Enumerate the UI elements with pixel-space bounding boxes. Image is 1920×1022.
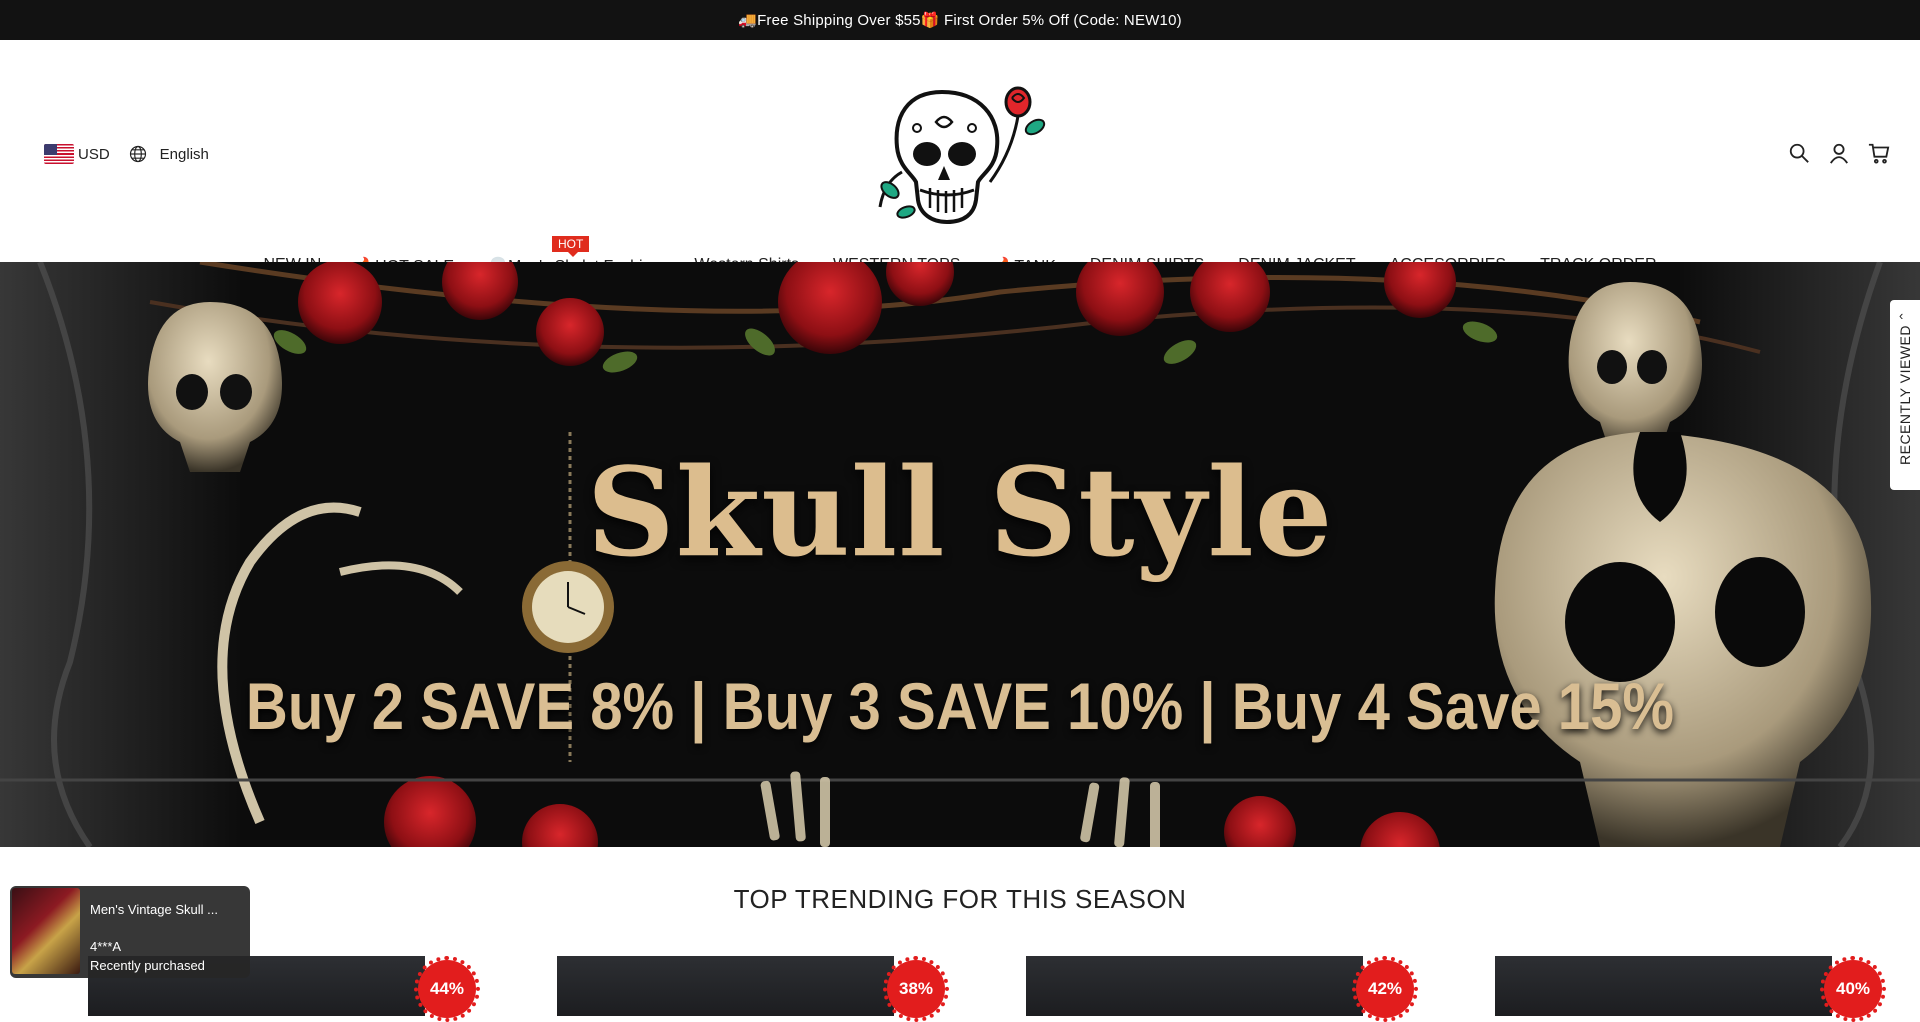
hot-badge: HOT	[552, 236, 590, 257]
language-selector[interactable]: English	[160, 146, 209, 163]
discount-badge: 40%	[1820, 956, 1886, 1022]
announcement-text: 🚚Free Shipping Over $55🎁 First Order 5% …	[738, 12, 1182, 29]
hero-title: Skull Style	[586, 440, 1334, 584]
recent-purchase-popup[interactable]: Men's Vintage Skull ... 4***A Recently p…	[10, 886, 250, 978]
purchase-product-thumbnail	[12, 888, 80, 974]
recently-viewed-label: RECENTLY VIEWED	[1897, 324, 1914, 466]
us-flag-icon[interactable]	[44, 144, 74, 164]
currency-selector[interactable]: USD	[78, 146, 110, 163]
announcement-bar: 🚚Free Shipping Over $55🎁 First Order 5% …	[0, 0, 1920, 40]
chevron-up-icon: ‹	[1899, 308, 1904, 323]
skull-rose-logo[interactable]	[872, 82, 1047, 230]
search-icon[interactable]	[1788, 142, 1810, 164]
product-card[interactable]	[557, 956, 894, 1016]
site-header: USD English NEW IN 🔥HOT SALE HOT 💀Me	[0, 40, 1920, 275]
discount-badge: 38%	[883, 956, 949, 1022]
account-icon[interactable]	[1828, 142, 1850, 164]
cart-icon[interactable]	[1868, 142, 1890, 164]
hero-subtitle: Buy 2 SAVE 8% | Buy 3 SAVE 10% | Buy 4 S…	[245, 669, 1675, 743]
discount-badge: 44%	[414, 956, 480, 1022]
purchase-buyer: 4***A	[90, 939, 122, 954]
globe-icon[interactable]	[128, 144, 148, 164]
product-card[interactable]	[1026, 956, 1363, 1016]
purchase-status: Recently purchased	[90, 958, 205, 973]
purchase-product-name: Men's Vintage Skull ...	[90, 902, 218, 917]
locale-selector: USD English	[44, 144, 209, 164]
product-card[interactable]	[1495, 956, 1832, 1016]
recently-viewed-tab[interactable]: ‹ RECENTLY VIEWED	[1890, 300, 1920, 490]
section-title: TOP TRENDING FOR THIS SEASON	[733, 884, 1187, 914]
header-actions	[1788, 142, 1890, 164]
discount-badge: 42%	[1352, 956, 1418, 1022]
